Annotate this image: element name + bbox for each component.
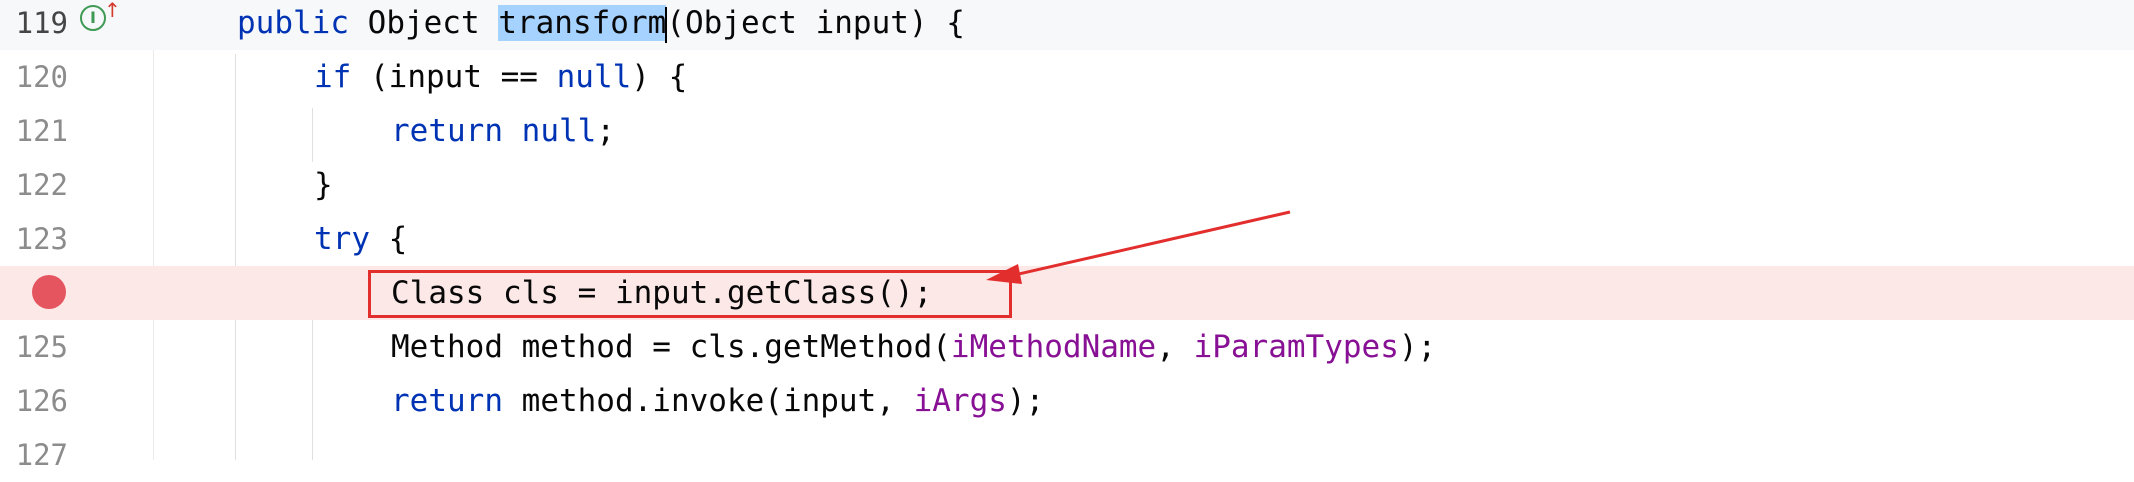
annotation-arrow-line <box>1009 210 1291 278</box>
annotation-arrow-head <box>986 264 1022 284</box>
annotation-arrow <box>986 210 1291 284</box>
